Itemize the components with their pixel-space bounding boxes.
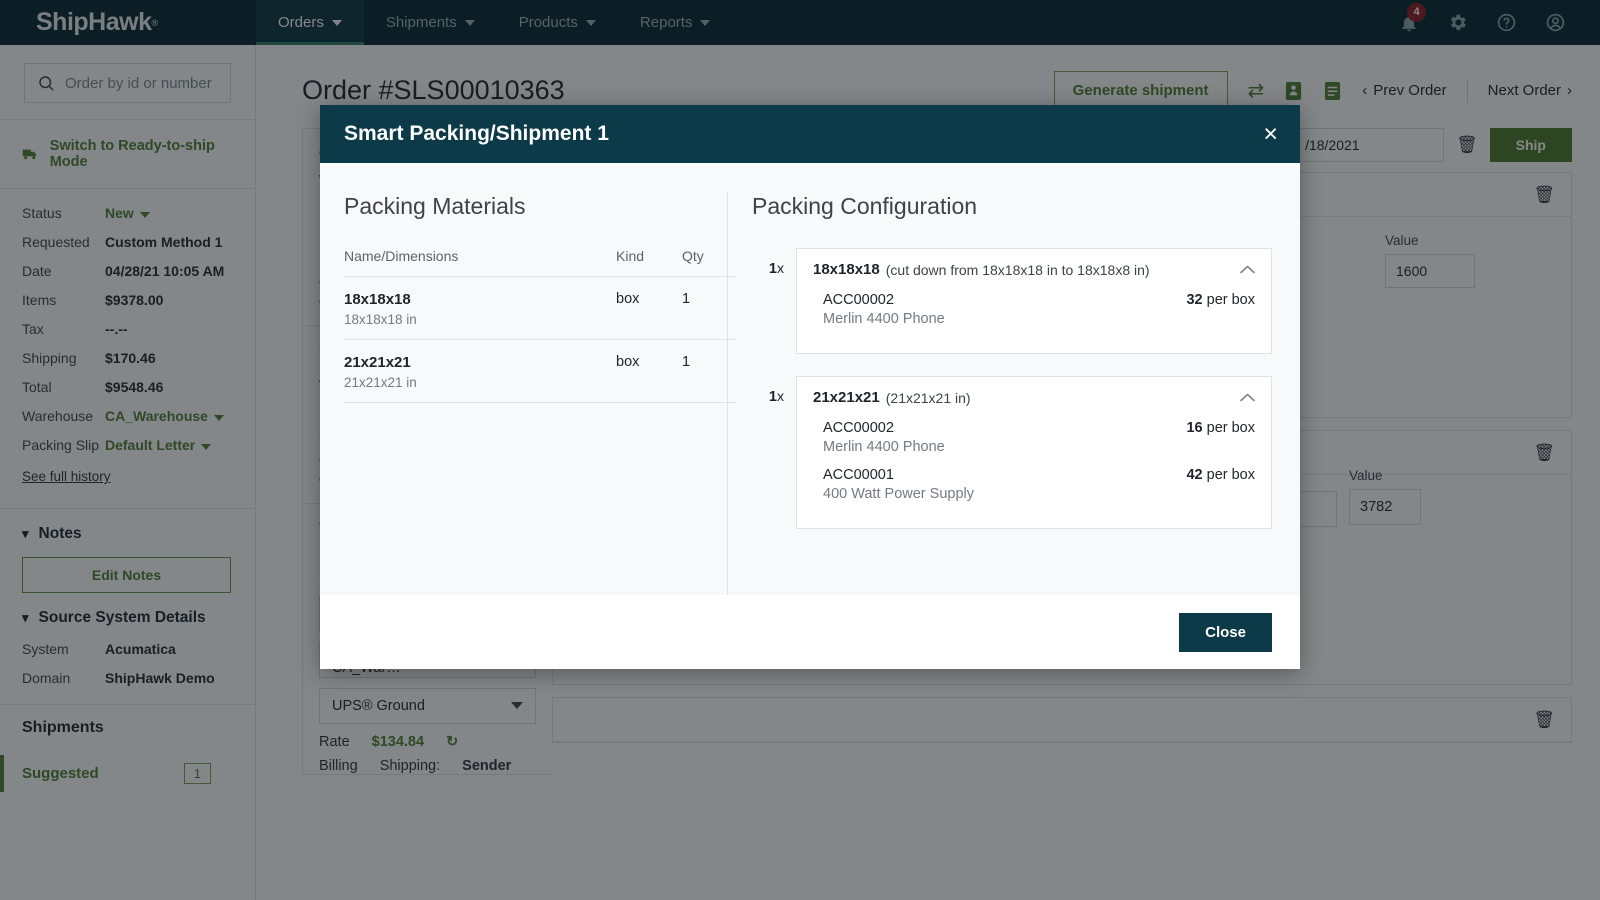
table-header-row: Name/Dimensions Kind Qty xyxy=(344,248,736,277)
item-description: Merlin 4400 Phone xyxy=(813,308,1255,333)
item-per-label: per box xyxy=(1207,420,1255,436)
packing-materials-section: Packing Materials Name/Dimensions Kind Q… xyxy=(344,193,728,595)
packing-group-card: 21x21x21 (21x21x21 in) ACC00002 16 per b… xyxy=(796,376,1272,529)
packing-item-top: ACC00002 32 per box xyxy=(813,290,1255,308)
material-dimensions: 21x21x21 in xyxy=(344,375,616,390)
packing-group-header[interactable]: 21x21x21 (21x21x21 in) xyxy=(813,389,1255,406)
packing-group: 1x 18x18x18 (cut down from 18x18x18 in t… xyxy=(752,248,1272,354)
modal-header: Smart Packing/Shipment 1 × xyxy=(320,105,1300,163)
packing-configuration-heading: Packing Configuration xyxy=(752,193,1272,220)
table-row: 21x21x21 21x21x21 in box 1 xyxy=(344,340,736,403)
close-button[interactable]: Close xyxy=(1179,613,1272,652)
item-qty: 32 xyxy=(1186,292,1202,308)
material-name: 21x21x21 xyxy=(344,354,616,371)
item-sku: ACC00001 xyxy=(823,467,894,483)
material-name-cell: 18x18x18 18x18x18 in xyxy=(344,277,616,340)
packing-group-card: 18x18x18 (cut down from 18x18x18 in to 1… xyxy=(796,248,1272,354)
packing-group-header[interactable]: 18x18x18 (cut down from 18x18x18 in to 1… xyxy=(813,261,1255,278)
packing-materials-table: Name/Dimensions Kind Qty 18x18x18 18x18x… xyxy=(344,248,736,403)
item-sku: ACC00002 xyxy=(823,420,894,436)
packing-item: ACC00002 16 per box Merlin 4400 Phone xyxy=(813,418,1255,461)
group-box-note: (cut down from 18x18x18 in to 18x18x8 in… xyxy=(886,262,1150,278)
group-multiplier-count: 1 xyxy=(769,261,777,277)
group-multiplier: 1x xyxy=(752,376,784,405)
item-description: Merlin 4400 Phone xyxy=(813,436,1255,461)
group-multiplier: 1x xyxy=(752,248,784,277)
column-header-kind: Kind xyxy=(616,248,682,277)
item-qty-per-box: 16 per box xyxy=(1186,420,1255,436)
item-per-label: per box xyxy=(1207,467,1255,483)
material-kind: box xyxy=(616,277,682,340)
packing-item-top: ACC00002 16 per box xyxy=(813,418,1255,436)
material-kind: box xyxy=(616,340,682,403)
smart-packing-modal: Smart Packing/Shipment 1 × Packing Mater… xyxy=(320,105,1300,669)
group-box-name: 21x21x21 xyxy=(813,389,880,406)
close-icon[interactable]: × xyxy=(1263,122,1278,147)
item-per-label: per box xyxy=(1207,292,1255,308)
packing-group: 1x 21x21x21 (21x21x21 in) ACC0000 xyxy=(752,376,1272,529)
table-row: 18x18x18 18x18x18 in box 1 xyxy=(344,277,736,340)
packing-item: ACC00001 42 per box 400 Watt Power Suppl… xyxy=(813,465,1255,508)
item-qty: 16 xyxy=(1186,420,1202,436)
item-sku: ACC00002 xyxy=(823,292,894,308)
material-name: 18x18x18 xyxy=(344,291,616,308)
item-qty: 42 xyxy=(1186,467,1202,483)
packing-materials-heading: Packing Materials xyxy=(344,193,709,220)
chevron-up-icon[interactable] xyxy=(1240,393,1255,402)
packing-configuration-section: Packing Configuration 1x 18x18x18 (cut d… xyxy=(728,193,1272,595)
packing-item: ACC00002 32 per box Merlin 4400 Phone xyxy=(813,290,1255,333)
app-root: ShipHawk® Orders Shipments Products Repo… xyxy=(0,0,1600,900)
modal-body: Packing Materials Name/Dimensions Kind Q… xyxy=(320,163,1300,595)
column-header-name: Name/Dimensions xyxy=(344,248,616,277)
item-description: 400 Watt Power Supply xyxy=(813,483,1255,508)
group-multiplier-x: x xyxy=(777,260,784,276)
group-box-name: 18x18x18 xyxy=(813,261,880,278)
group-multiplier-count: 1 xyxy=(769,389,777,405)
item-qty-per-box: 32 per box xyxy=(1186,292,1255,308)
material-dimensions: 18x18x18 in xyxy=(344,312,616,327)
modal-footer: Close xyxy=(320,595,1300,669)
group-box-note: (21x21x21 in) xyxy=(886,390,971,406)
item-qty-per-box: 42 per box xyxy=(1186,467,1255,483)
material-name-cell: 21x21x21 21x21x21 in xyxy=(344,340,616,403)
chevron-up-icon[interactable] xyxy=(1240,265,1255,274)
modal-title: Smart Packing/Shipment 1 xyxy=(344,122,609,146)
packing-item-top: ACC00001 42 per box xyxy=(813,465,1255,483)
group-multiplier-x: x xyxy=(777,388,784,404)
